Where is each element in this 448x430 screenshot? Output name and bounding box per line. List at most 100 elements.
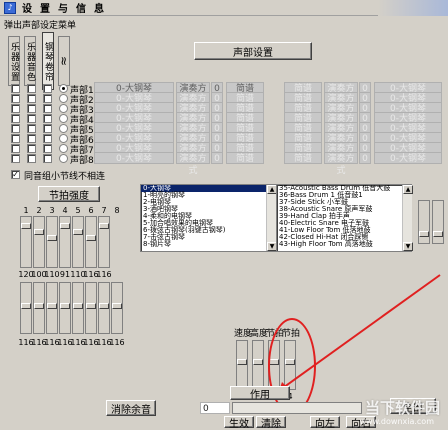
tab-instrument-settings[interactable]: 乐器设置 — [8, 36, 20, 86]
part-checkbox[interactable] — [11, 124, 20, 133]
part-checkbox[interactable] — [11, 114, 20, 123]
beat-strength-slider[interactable] — [85, 282, 97, 334]
beat-strength-slider[interactable] — [98, 282, 110, 334]
slider-thumb[interactable] — [73, 303, 83, 309]
slider-thumb[interactable] — [112, 303, 122, 309]
part-settings-button[interactable]: 声部设置 — [194, 42, 312, 60]
part-checkbox[interactable] — [27, 94, 36, 103]
part-radio[interactable] — [59, 134, 68, 143]
beat-strength-slider[interactable] — [33, 282, 45, 334]
right-slider-1[interactable] — [418, 200, 430, 244]
part-radio[interactable] — [59, 144, 68, 153]
part-checkbox[interactable] — [43, 144, 52, 153]
part-checkbox[interactable] — [27, 154, 36, 163]
beat-strength-slider[interactable] — [59, 282, 71, 334]
apply-button[interactable]: 作用 — [230, 386, 290, 401]
part-checkbox[interactable] — [27, 84, 36, 93]
clear-release-button[interactable]: 消除余音 — [106, 400, 156, 416]
tab-wave[interactable]: ≈ — [57, 36, 71, 86]
part-radio[interactable] — [59, 124, 68, 133]
part-checkbox[interactable] — [11, 94, 20, 103]
slider-thumb[interactable] — [99, 303, 109, 309]
part-checkbox[interactable] — [27, 104, 36, 113]
menu-item-2[interactable]: 置 — [40, 0, 52, 15]
slider-thumb[interactable] — [47, 235, 57, 241]
right-mode-value[interactable]: 0 — [359, 152, 371, 164]
slider-thumb[interactable] — [21, 223, 31, 229]
part-checkbox[interactable] — [43, 154, 52, 163]
beat-strength-slider[interactable] — [46, 216, 58, 268]
part-radio[interactable] — [59, 84, 68, 93]
menu-item-1[interactable]: 设 — [22, 0, 34, 15]
part-checkbox[interactable] — [43, 114, 52, 123]
same-note-checkbox[interactable]: ✓ — [11, 170, 20, 179]
right-mode-field[interactable]: 演奏方式 — [324, 152, 358, 176]
part-checkbox[interactable] — [43, 124, 52, 133]
beat-strength-slider[interactable] — [20, 282, 32, 334]
part-checkbox[interactable] — [43, 84, 52, 93]
part-checkbox[interactable] — [11, 134, 20, 143]
horizontal-scrollbar[interactable] — [232, 402, 362, 414]
scroll-down-icon[interactable]: ▼ — [403, 242, 413, 251]
menu-item-5[interactable]: 息 — [94, 0, 106, 15]
part-checkbox[interactable] — [27, 144, 36, 153]
slider-thumb[interactable] — [73, 229, 83, 235]
right-style-field[interactable]: 简谱 — [284, 152, 322, 164]
part-checkbox[interactable] — [11, 154, 20, 163]
part-checkbox[interactable] — [11, 84, 20, 93]
part-checkbox[interactable] — [43, 94, 52, 103]
part-checkbox[interactable] — [27, 134, 36, 143]
part-checkbox[interactable] — [43, 104, 52, 113]
beat-strength-slider[interactable] — [59, 216, 71, 268]
part-checkbox[interactable] — [27, 124, 36, 133]
drum-list-item[interactable]: 43-High Floor Tom 高落地鼓 — [277, 241, 411, 248]
slider-thumb[interactable] — [34, 303, 44, 309]
slider-thumb[interactable] — [21, 303, 31, 309]
right-instrument-field[interactable]: 0-大钢琴 — [374, 152, 442, 164]
effect-button[interactable]: 生效 — [224, 416, 254, 430]
slider-thumb[interactable] — [433, 231, 443, 237]
part-checkbox[interactable] — [11, 104, 20, 113]
instrument-scrollbar[interactable]: ▲ ▼ — [266, 185, 277, 251]
tab-instrument-timbre[interactable]: 乐器音色 — [24, 36, 36, 86]
part-radio[interactable] — [59, 94, 68, 103]
beat-strength-slider[interactable] — [72, 216, 84, 268]
beat-strength-slider[interactable] — [33, 216, 45, 268]
right-slider-2[interactable] — [432, 200, 444, 244]
part-radio[interactable] — [59, 114, 68, 123]
tab-piano-roll[interactable]: 钢琴卷帘 — [42, 32, 54, 90]
slider-thumb[interactable] — [60, 223, 70, 229]
slider-thumb[interactable] — [419, 231, 429, 237]
clear-button[interactable]: 清除 — [256, 416, 286, 430]
slider-thumb[interactable] — [99, 223, 109, 229]
part-radio[interactable] — [59, 154, 68, 163]
part-checkbox[interactable] — [11, 144, 20, 153]
left-button[interactable]: 向左 — [310, 416, 340, 430]
slider-thumb[interactable] — [86, 235, 96, 241]
apply-value-field[interactable]: 0 — [200, 402, 230, 414]
instrument-listbox[interactable]: 0-大钢琴 1-明亮的钢琴 2-电钢琴 3-酒吧钢琴 4-柔和的电钢琴 5-加合唱效果的电… — [140, 184, 276, 252]
slider-thumb[interactable] — [34, 229, 44, 235]
slider-thumb[interactable] — [253, 359, 263, 365]
slider-thumb[interactable] — [86, 303, 96, 309]
left-instrument-field[interactable]: 0-大钢琴 — [94, 152, 174, 164]
beat-strength-slider[interactable] — [46, 282, 58, 334]
control-slider[interactable] — [252, 340, 264, 390]
instrument-list-item[interactable]: 8-钢片琴 — [141, 241, 275, 248]
beat-strength-slider[interactable] — [20, 216, 32, 268]
beat-strength-slider[interactable] — [72, 282, 84, 334]
part-checkbox[interactable] — [27, 114, 36, 123]
scroll-up-icon[interactable]: ▲ — [403, 185, 413, 194]
left-mode-field[interactable]: 演奏方式 — [176, 152, 210, 176]
drum-scrollbar[interactable]: ▲ ▼ — [402, 185, 413, 251]
slider-thumb[interactable] — [237, 359, 247, 365]
part-checkbox[interactable] — [43, 134, 52, 143]
menu-item-3[interactable]: 与 — [58, 0, 70, 15]
left-mode-value[interactable]: 0 — [211, 152, 223, 164]
beat-strength-slider[interactable] — [111, 282, 123, 334]
beat-strength-button[interactable]: 节拍强度 — [38, 186, 100, 202]
slider-thumb[interactable] — [47, 303, 57, 309]
control-slider[interactable] — [236, 340, 248, 390]
menu-item-4[interactable]: 信 — [76, 0, 88, 15]
slider-thumb[interactable] — [60, 303, 70, 309]
